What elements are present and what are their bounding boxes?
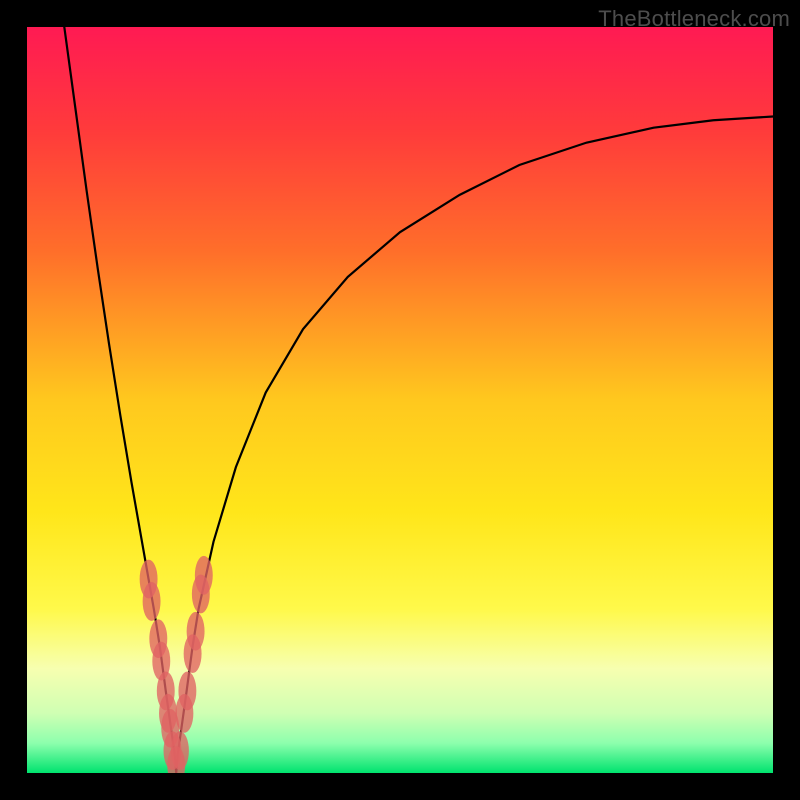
bottleneck-chart — [27, 27, 773, 773]
gradient-background — [27, 27, 773, 773]
plot-area — [27, 27, 773, 773]
watermark-text: TheBottleneck.com — [598, 6, 790, 32]
marker-point — [171, 731, 189, 770]
marker-point — [187, 612, 205, 651]
marker-point — [178, 672, 196, 711]
chart-frame: TheBottleneck.com — [0, 0, 800, 800]
marker-point — [143, 582, 161, 621]
marker-point — [195, 556, 213, 595]
